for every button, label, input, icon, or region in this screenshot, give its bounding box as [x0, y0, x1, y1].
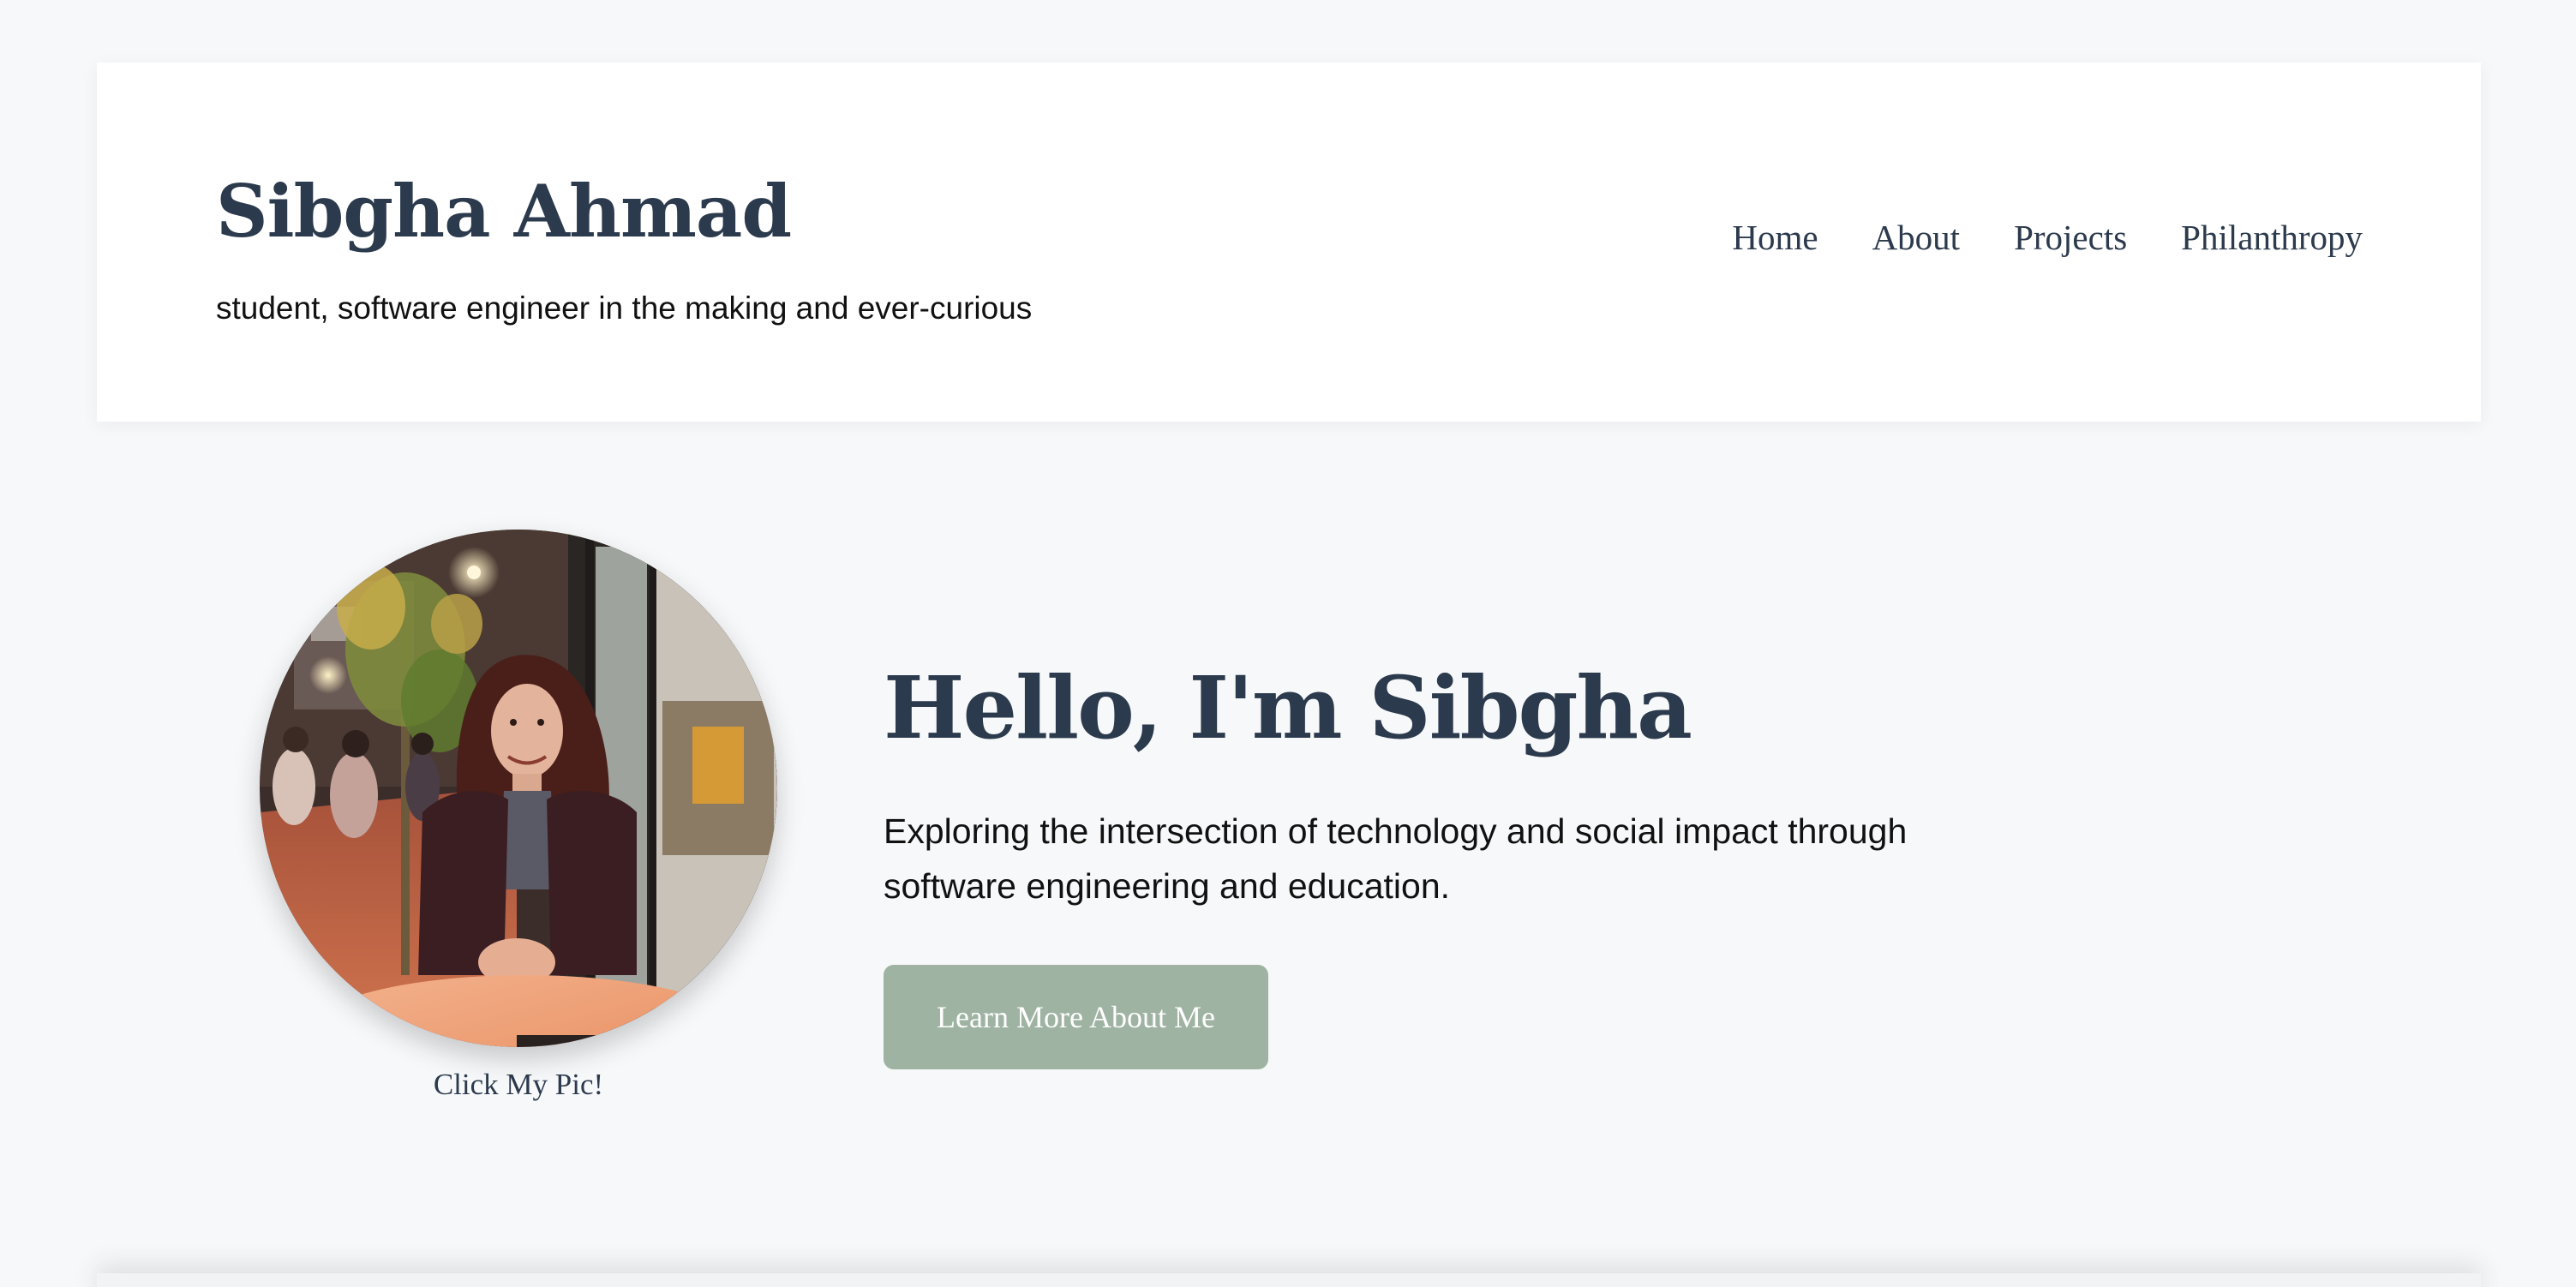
profile-photo[interactable] [260, 530, 777, 1047]
site-header: Sibgha Ahmad student, software engineer … [97, 63, 2481, 422]
hero-heading: Hello, I'm Sibgha [884, 657, 1692, 758]
photo-caption: Click My Pic! [433, 1068, 604, 1101]
next-section-card [97, 1273, 2481, 1287]
nav-link-home[interactable]: Home [1732, 220, 1818, 255]
hero-intro: Exploring the intersection of technology… [884, 811, 1908, 906]
nav-link-about[interactable]: About [1872, 220, 1961, 255]
site-tagline: student, software engineer in the making… [216, 290, 1033, 326]
learn-more-button[interactable]: Learn More About Me [884, 965, 1268, 1069]
main-nav: Home About Projects Philanthropy [1732, 220, 2363, 255]
site-title[interactable]: Sibgha Ahmad [216, 176, 792, 248]
nav-link-projects[interactable]: Projects [2014, 220, 2127, 255]
nav-link-philanthropy[interactable]: Philanthropy [2181, 220, 2363, 255]
profile-photo-illustration [260, 530, 777, 1047]
